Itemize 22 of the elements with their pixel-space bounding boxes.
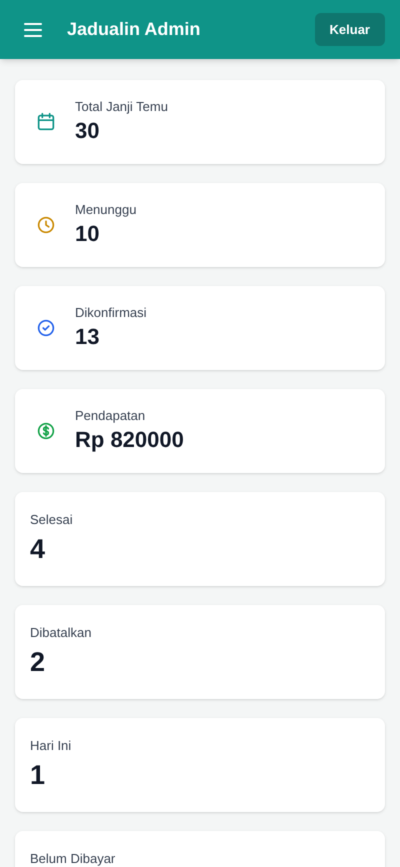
clock-icon bbox=[35, 214, 57, 236]
dollar-circle-icon bbox=[35, 420, 57, 442]
stat-value: 2 bbox=[30, 646, 46, 679]
stat-label: Total Janji Temu bbox=[75, 98, 168, 116]
stat-label: Belum Dibayar bbox=[30, 850, 116, 867]
stat-label: Selesai bbox=[30, 511, 74, 529]
stat-value: 4 bbox=[30, 533, 46, 566]
stat-label: Hari Ini bbox=[30, 737, 72, 755]
stat-label: Pendapatan bbox=[75, 407, 146, 425]
stat-value: 30 bbox=[75, 117, 100, 145]
app-title: Jadualin Admin bbox=[67, 18, 200, 41]
stat-value: 1 bbox=[30, 759, 46, 792]
stat-value: 10 bbox=[75, 220, 100, 248]
stat-value: Rp 820000 bbox=[75, 426, 184, 454]
stat-label: Dibatalkan bbox=[30, 624, 92, 642]
stat-label: Menunggu bbox=[75, 201, 136, 219]
stat-value: 13 bbox=[75, 323, 100, 351]
calendar-icon bbox=[35, 111, 57, 133]
stat-label: Dikonfirmasi bbox=[75, 304, 147, 322]
logout-button[interactable]: Keluar bbox=[314, 13, 385, 46]
check-circle-icon bbox=[35, 317, 57, 339]
menu-icon[interactable] bbox=[24, 22, 42, 36]
